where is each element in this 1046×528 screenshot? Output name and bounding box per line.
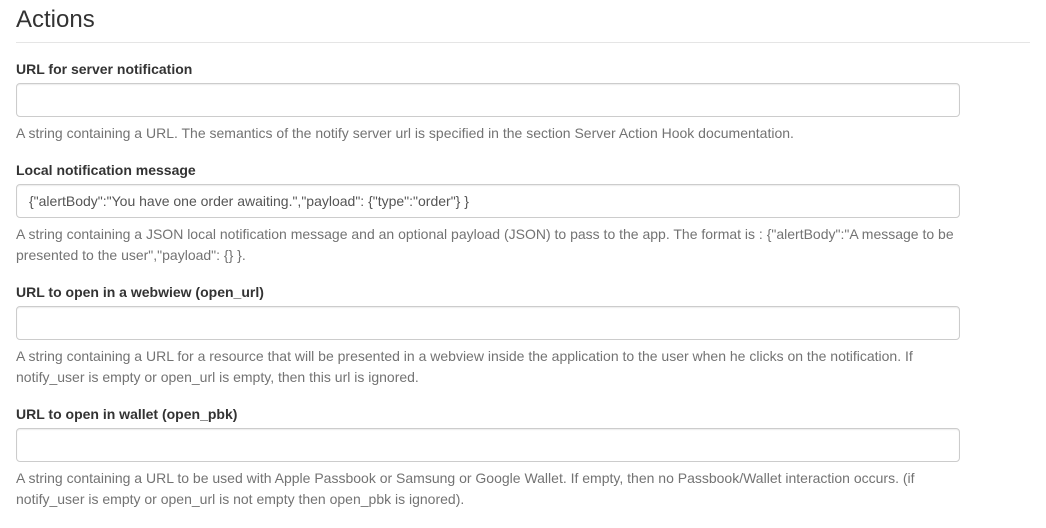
help-notify-server: A string containing a URL. The semantics… bbox=[16, 123, 960, 144]
form-group-open-pbk: URL to open in wallet (open_pbk) A strin… bbox=[16, 406, 1030, 510]
label-notify-user: Local notification message bbox=[16, 162, 1030, 178]
form-group-notify-server: URL for server notification A string con… bbox=[16, 61, 1030, 144]
help-notify-user: A string containing a JSON local notific… bbox=[16, 224, 960, 266]
input-open-pbk[interactable] bbox=[16, 428, 960, 462]
section-title: Actions bbox=[16, 6, 1030, 43]
input-notify-user[interactable] bbox=[16, 184, 960, 218]
input-open-url[interactable] bbox=[16, 306, 960, 340]
help-open-url: A string containing a URL for a resource… bbox=[16, 346, 960, 388]
form-group-open-url: URL to open in a webwiew (open_url) A st… bbox=[16, 284, 1030, 388]
form-group-notify-user: Local notification message A string cont… bbox=[16, 162, 1030, 266]
input-notify-server[interactable] bbox=[16, 83, 960, 117]
help-open-pbk: A string containing a URL to be used wit… bbox=[16, 468, 960, 510]
label-notify-server: URL for server notification bbox=[16, 61, 1030, 77]
label-open-url: URL to open in a webwiew (open_url) bbox=[16, 284, 1030, 300]
label-open-pbk: URL to open in wallet (open_pbk) bbox=[16, 406, 1030, 422]
